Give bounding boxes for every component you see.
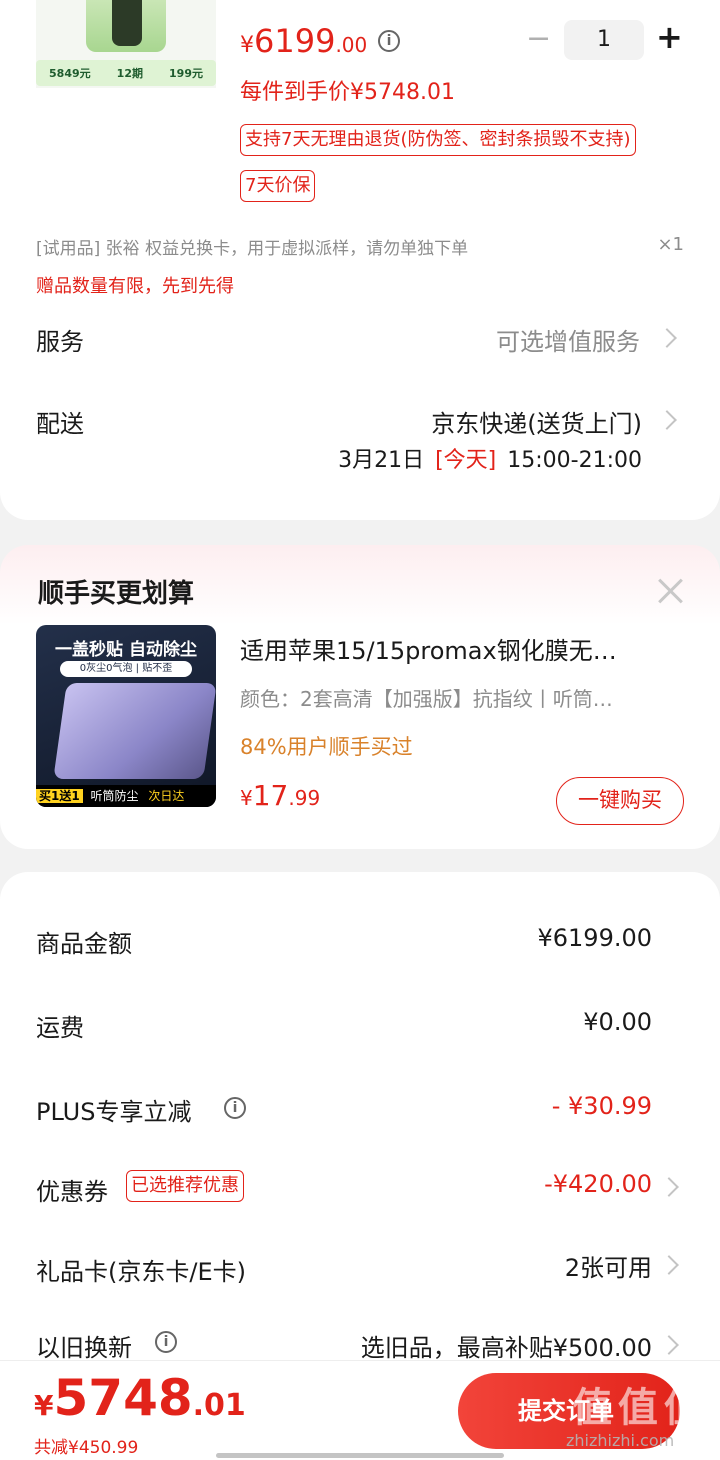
service-label: 服务: [36, 328, 84, 356]
price-decimal: .01: [192, 1388, 246, 1423]
image-glass: [53, 683, 216, 779]
image-banner: 一盖秒贴 自动除尘: [55, 640, 197, 660]
delivery-method[interactable]: 京东快递(送货上门): [431, 404, 642, 439]
delivery-date: 3月21日: [338, 448, 425, 473]
chevron-right-icon: [659, 1177, 679, 1197]
delivery-window: 15:00-21:00: [507, 448, 642, 473]
product-image[interactable]: 5849元 12期 199元: [36, 0, 216, 88]
trade-in-label: 以旧换新: [36, 1334, 132, 1362]
price-integer: 5748: [53, 1369, 193, 1427]
upsell-product-spec: 颜色：2套高清【加强版】抗指纹丨听筒…: [240, 687, 613, 711]
coupon-label: 优惠券: [36, 1178, 108, 1206]
price-protect-tag: 7天价保: [240, 170, 316, 202]
promo-strip-care: 199元: [169, 67, 203, 80]
plus-icon[interactable]: +: [656, 18, 683, 56]
quantity-field[interactable]: 1: [564, 20, 644, 60]
shipping-value: ¥0.00: [583, 1008, 652, 1036]
delivery-label: 配送: [36, 410, 84, 438]
checkout-bar: ¥5748.01 共减¥450.99 提交订单 值 值 值 zhizhizhi.…: [0, 1360, 720, 1460]
upsell-product-name[interactable]: 适用苹果15/15promax钢化膜无…: [240, 631, 617, 666]
plus-discount-label: PLUS专享立减: [36, 1098, 192, 1126]
delivery-time[interactable]: 3月21日 [今天] 15:00-21:00: [338, 442, 642, 474]
final-price: 每件到手价¥5748.01: [240, 80, 455, 105]
gift-item-count: ×1: [657, 234, 684, 255]
image-sub: 0灰尘0气泡 | 贴不歪: [60, 661, 192, 677]
upsell-price: ¥17.99: [240, 779, 320, 812]
shipping-label: 运费: [36, 1014, 84, 1042]
chevron-right-icon: [659, 1335, 679, 1355]
delivery-today: [今天]: [435, 448, 497, 473]
coupon-tag: 已选推荐优惠: [126, 1170, 244, 1202]
phone-picture: [86, 0, 166, 52]
price-decimal: .00: [335, 33, 368, 57]
home-indicator: [216, 1453, 504, 1458]
info-icon[interactable]: i: [378, 30, 400, 52]
promo-strip: 5849元 12期 199元: [36, 60, 216, 86]
gift-card-value[interactable]: 2张可用: [565, 1248, 652, 1283]
info-icon[interactable]: i: [155, 1331, 177, 1353]
gift-notice: 赠品数量有限，先到先得: [36, 276, 234, 297]
gift-item-text: [试用品] 张裕 权益兑换卡，用于虚拟派样，请勿单独下单: [36, 239, 469, 259]
chevron-right-icon: [657, 410, 677, 430]
chevron-right-icon: [657, 328, 677, 348]
watermark-logo: 值 值 值: [572, 1385, 704, 1431]
upsell-purchase-stat: 84%用户顺手买过: [240, 735, 413, 759]
order-item-card: 5849元 12期 199元 ¥6199.00 i − 1 + 每件到手价¥57…: [0, 0, 720, 520]
image-badge: 买1送1: [36, 789, 83, 803]
plus-discount-value: - ¥30.99: [551, 1092, 652, 1120]
goods-amount-value: ¥6199.00: [537, 924, 652, 952]
image-footer: 买1送1 听筒防尘 次日达: [36, 785, 216, 807]
close-icon[interactable]: [654, 575, 686, 607]
upsell-card: 顺手买更划算 一盖秒贴 自动除尘 0灰尘0气泡 | 贴不歪 买1送1 听筒防尘 …: [0, 545, 720, 849]
price-symbol: ¥: [34, 1389, 54, 1422]
service-value[interactable]: 可选增值服务: [496, 322, 640, 357]
upsell-title: 顺手买更划算: [38, 579, 195, 609]
chevron-right-icon: [659, 1255, 679, 1275]
price-decimal: .99: [288, 786, 321, 810]
info-icon[interactable]: i: [224, 1097, 246, 1119]
item-price: ¥6199.00: [240, 22, 367, 60]
watermark-url: zhizhizhi.com: [566, 1431, 675, 1450]
total-saved: 共减¥450.99: [34, 1438, 139, 1458]
price-symbol: ¥: [240, 786, 253, 810]
checkout-page: { "product": { "promo_strip": ["5849元", …: [0, 0, 720, 1460]
coupon-value[interactable]: -¥420.00: [544, 1170, 652, 1198]
promo-strip-price: 5849元: [49, 67, 91, 80]
image-footer-text: 听筒防尘: [90, 789, 139, 803]
quick-buy-button[interactable]: 一键购买: [556, 777, 684, 825]
goods-amount-label: 商品金额: [36, 930, 132, 958]
total-price: ¥5748.01: [34, 1369, 246, 1427]
gift-card-label: 礼品卡(京东卡/E卡): [36, 1258, 246, 1286]
price-integer: 6199: [254, 22, 336, 60]
price-integer: 17: [252, 779, 289, 812]
return-policy-tag: 支持7天无理由退货(防伪签、密封条损毁不支持): [240, 124, 636, 156]
price-symbol: ¥: [240, 33, 254, 58]
minus-icon[interactable]: −: [526, 22, 551, 56]
promo-strip-installment: 12期: [116, 67, 143, 80]
trade-in-value[interactable]: 选旧品，最高补贴¥500.00: [361, 1328, 652, 1363]
image-footer-brand: 次日达: [148, 789, 185, 803]
upsell-product-image[interactable]: 一盖秒贴 自动除尘 0灰尘0气泡 | 贴不歪 买1送1 听筒防尘 次日达: [36, 625, 216, 807]
